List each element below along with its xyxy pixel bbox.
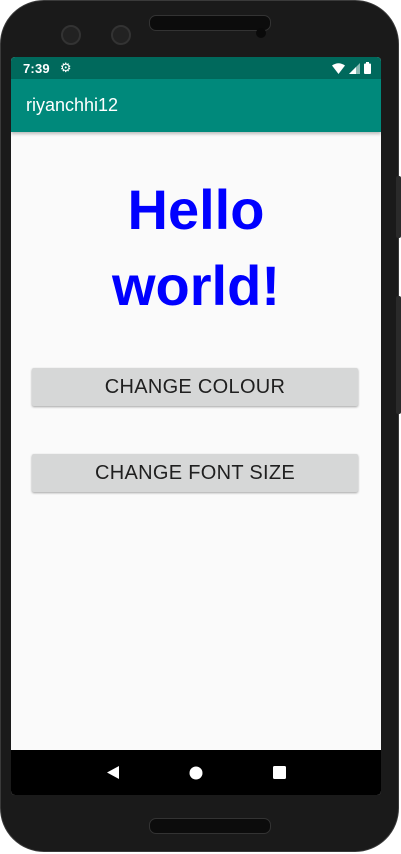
status-bar: 7:39 ⚙ <box>11 57 381 79</box>
change-font-size-button[interactable]: CHANGE FONT SIZE <box>32 454 358 492</box>
volume-button <box>396 296 401 414</box>
phone-frame: 7:39 ⚙ riyanchhi12 Hello world! CHANGE C… <box>0 0 401 852</box>
status-icons <box>332 62 371 74</box>
hello-text: Hello world! <box>11 172 381 324</box>
gear-icon: ⚙ <box>59 60 72 75</box>
signal-icon <box>349 62 360 74</box>
change-colour-button[interactable]: CHANGE COLOUR <box>32 368 358 406</box>
home-icon[interactable] <box>181 758 211 788</box>
hello-line-2: world! <box>112 254 280 317</box>
navigation-bar <box>11 750 381 795</box>
top-speaker <box>149 15 271 31</box>
device-screen: 7:39 ⚙ riyanchhi12 Hello world! CHANGE C… <box>11 57 381 795</box>
app-bar: riyanchhi12 <box>11 79 381 132</box>
status-time: 7:39 <box>23 60 50 76</box>
bottom-speaker <box>149 818 271 834</box>
hello-line-1: Hello <box>127 178 265 241</box>
main-content: Hello world! CHANGE COLOUR CHANGE FONT S… <box>11 132 381 752</box>
back-icon[interactable] <box>98 758 128 788</box>
wifi-icon <box>332 62 345 74</box>
battery-icon <box>364 62 371 74</box>
front-camera-icon <box>61 25 81 45</box>
front-camera-icon <box>111 25 131 45</box>
recents-icon[interactable] <box>264 758 294 788</box>
power-button <box>396 176 401 238</box>
app-title: riyanchhi12 <box>26 95 119 115</box>
proximity-sensor <box>256 28 266 38</box>
